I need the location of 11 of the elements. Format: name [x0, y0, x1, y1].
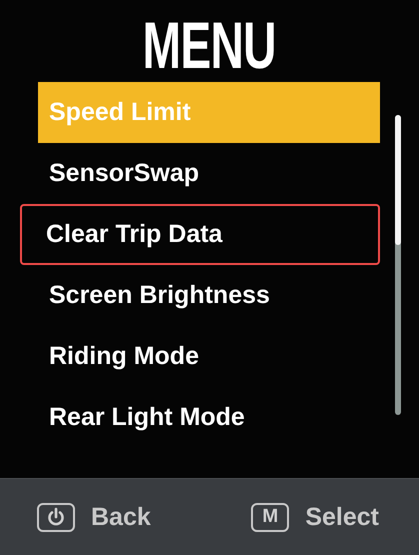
- menu-item[interactable]: Riding Mode: [38, 326, 380, 387]
- menu-title: MENU: [142, 14, 276, 82]
- footer-label: Back: [91, 502, 151, 532]
- menu-item[interactable]: Clear Trip Data: [20, 204, 380, 265]
- power-key-icon: [37, 502, 75, 532]
- menu-item[interactable]: Rear Light Mode: [38, 387, 380, 448]
- key-label: M: [251, 502, 290, 532]
- menu-item[interactable]: Screen Brightness: [38, 265, 380, 326]
- footer-label: Select: [305, 502, 379, 532]
- scrollbar[interactable]: [395, 115, 401, 415]
- menu-item[interactable]: SensorSwap: [38, 143, 380, 204]
